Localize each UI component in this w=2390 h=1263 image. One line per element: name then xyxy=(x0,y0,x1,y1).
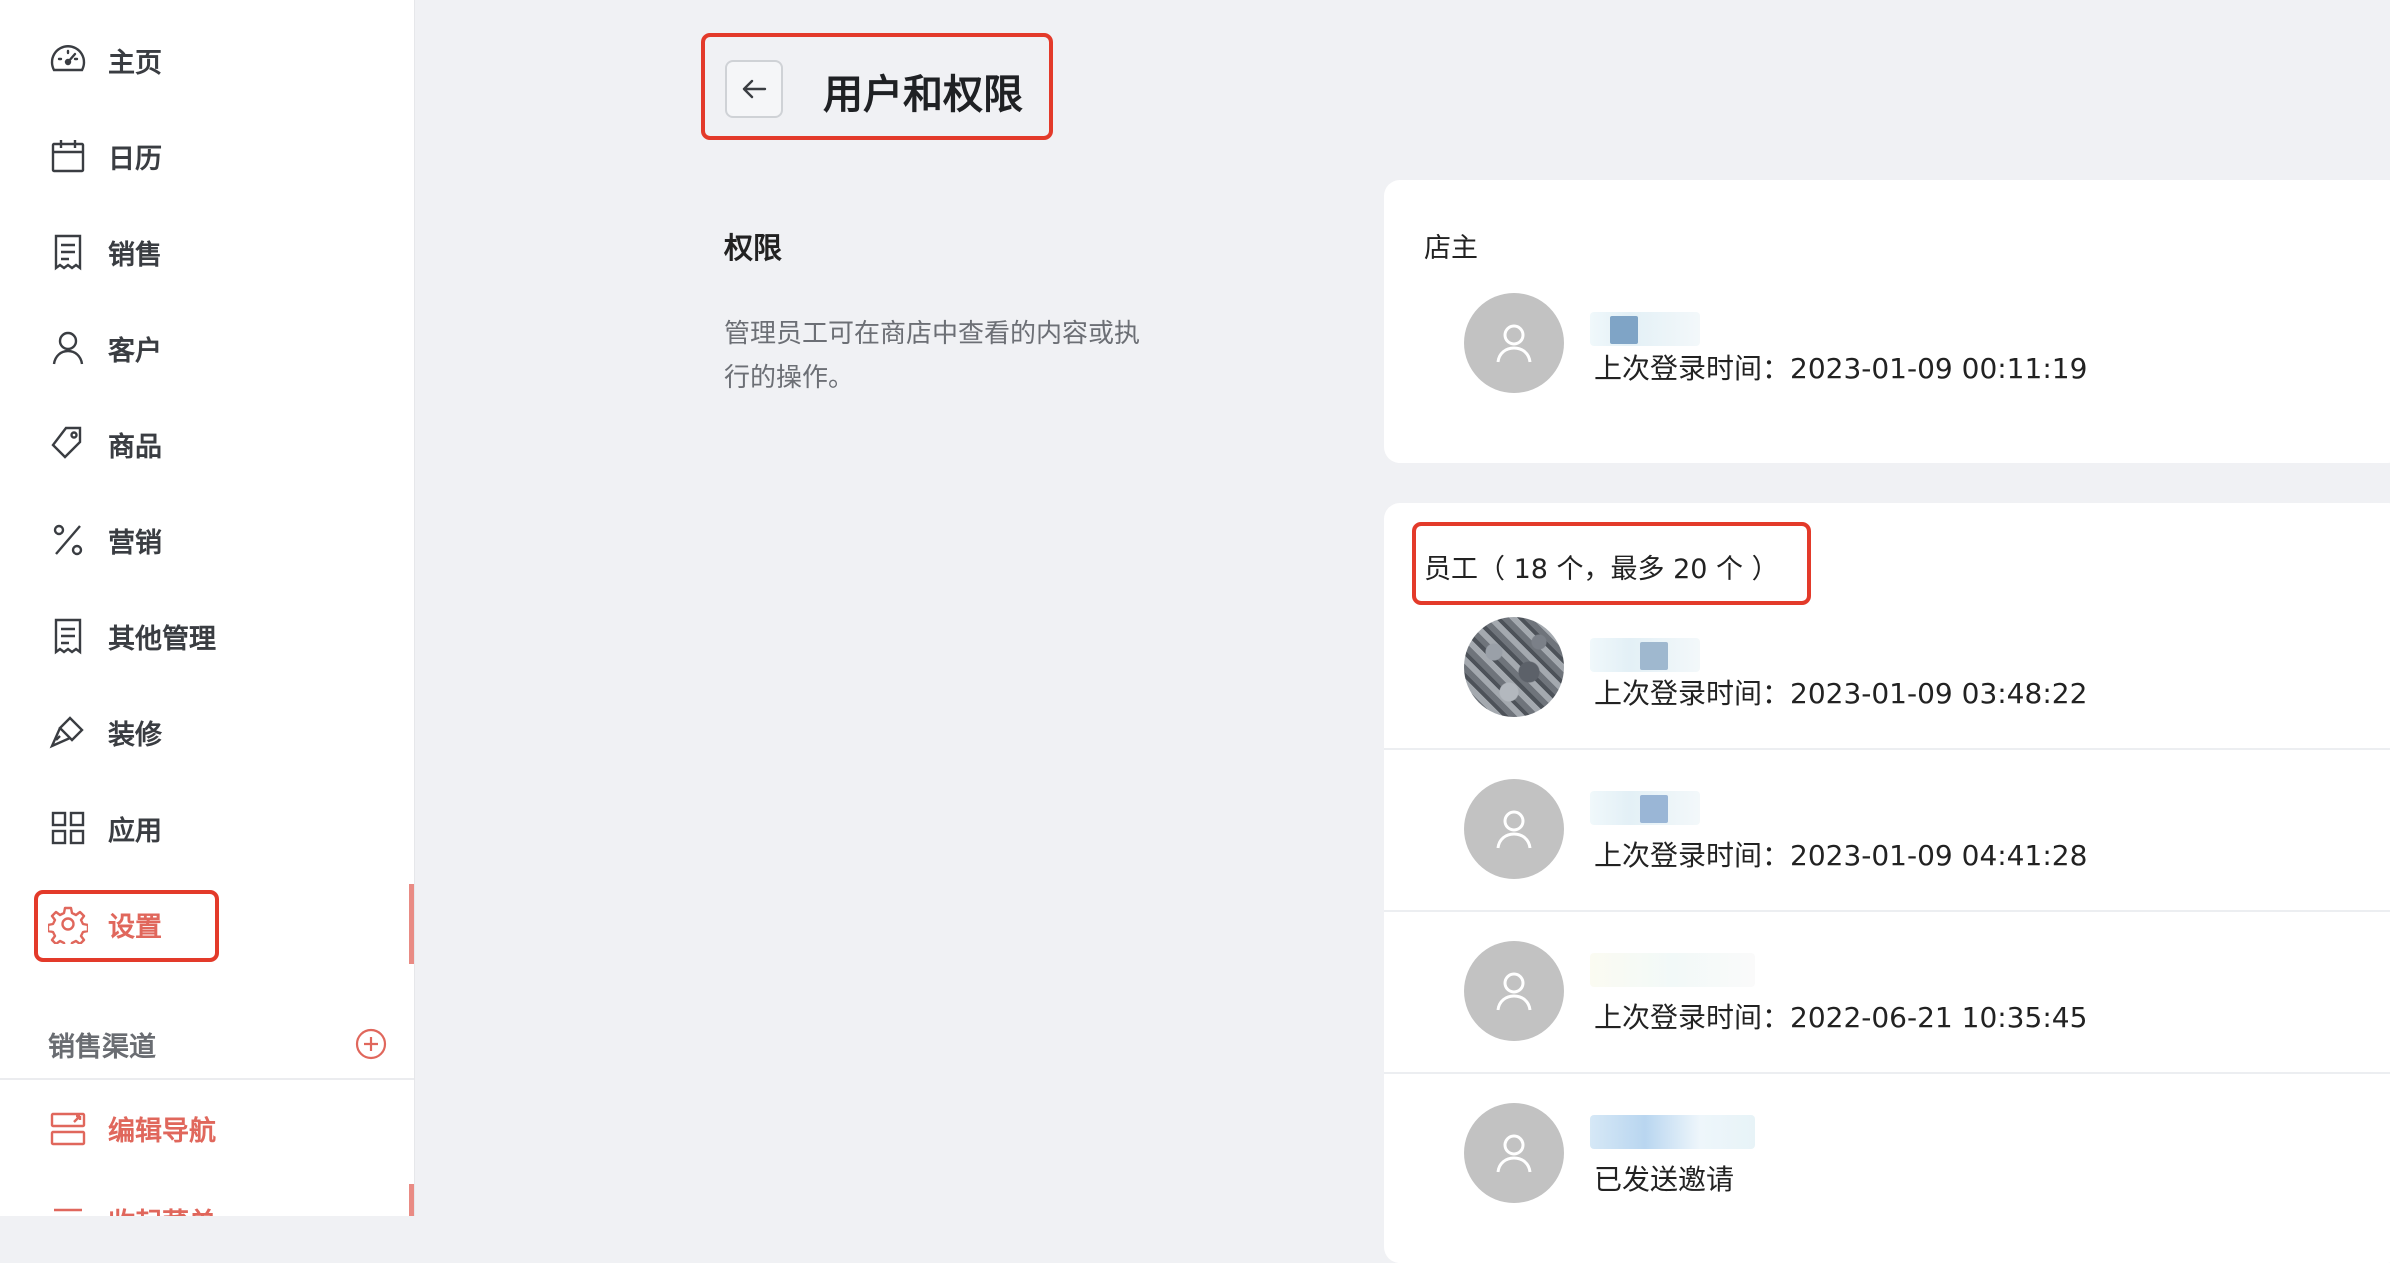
staff-status: 上次登录时间：2022-06-21 10:35:45 xyxy=(1594,1001,2088,1034)
avatar xyxy=(1464,779,1564,879)
staff-count-highlight-box xyxy=(1412,522,1811,605)
staff-name-redacted xyxy=(1590,1115,1755,1149)
owner-last-login: 上次登录时间：2023-01-09 00:11:19 xyxy=(1594,352,2088,385)
grid-icon xyxy=(48,808,88,848)
sidebar-item-label: 编辑导航 xyxy=(108,1115,216,1147)
tag-icon xyxy=(48,424,88,464)
staff-name-redacted xyxy=(1590,953,1755,987)
sidebar-item-products[interactable]: 商品 xyxy=(48,414,378,474)
back-button[interactable] xyxy=(725,60,783,118)
sidebar-item-label: 收起菜单 xyxy=(108,1201,216,1217)
sidebar-item-label: 日历 xyxy=(108,143,162,175)
sidebar-item-collapse-menu[interactable]: 收起菜单 xyxy=(48,1190,378,1216)
menu-icon xyxy=(48,1200,88,1216)
settings-highlight-box xyxy=(34,890,219,962)
permissions-description: 管理员工可在商店中查看的内容或执行的操作。 xyxy=(724,319,1141,393)
owner-label: 店主 xyxy=(1424,233,1478,264)
row-divider xyxy=(1384,748,2390,750)
avatar xyxy=(1464,1103,1564,1203)
brush-icon xyxy=(48,712,88,752)
sidebar-item-calendar[interactable]: 日历 xyxy=(48,126,378,186)
owner-name-redacted xyxy=(1590,312,1700,346)
staff-name-redacted xyxy=(1590,638,1700,672)
arrow-left-icon xyxy=(742,79,767,99)
user-placeholder-icon xyxy=(1496,1134,1532,1173)
avatar xyxy=(1464,617,1564,717)
avatar xyxy=(1464,941,1564,1041)
staff-status: 上次登录时间：2023-01-09 03:48:22 xyxy=(1594,677,2088,710)
avatar xyxy=(1464,293,1564,393)
sidebar-item-label: 主页 xyxy=(108,47,162,79)
sidebar-item-label: 其他管理 xyxy=(108,623,216,655)
navigation-icon xyxy=(48,1108,88,1148)
dashboard-icon xyxy=(48,40,88,80)
sidebar-divider xyxy=(0,1078,414,1080)
row-divider xyxy=(1384,910,2390,912)
user-placeholder-icon xyxy=(1496,324,1532,363)
sidebar-item-label: 营销 xyxy=(108,527,162,559)
sidebar-item-customers[interactable]: 客户 xyxy=(48,318,378,378)
document-icon xyxy=(48,616,88,656)
sidebar-item-label: 装修 xyxy=(108,719,162,751)
user-placeholder-icon xyxy=(1496,972,1532,1011)
add-channel-icon[interactable] xyxy=(354,1027,388,1061)
sidebar-item-label: 客户 xyxy=(108,335,162,367)
sidebar-item-label: 商品 xyxy=(108,431,162,463)
row-divider xyxy=(1384,1072,2390,1074)
user-placeholder-icon xyxy=(1496,810,1532,849)
sidebar-item-edit-navigation[interactable]: 编辑导航 xyxy=(48,1098,378,1158)
sidebar-item-label: 销售 xyxy=(108,239,162,271)
sales-channels-title: 销售渠道 xyxy=(48,1032,156,1063)
active-indicator xyxy=(409,884,414,964)
active-indicator xyxy=(409,1184,414,1216)
calendar-icon xyxy=(48,136,88,176)
staff-status: 上次登录时间：2023-01-09 04:41:28 xyxy=(1594,839,2088,872)
sidebar-item-other-management[interactable]: 其他管理 xyxy=(48,606,378,666)
sidebar-item-sales[interactable]: 销售 xyxy=(48,222,378,282)
staff-status: 已发送邀请 xyxy=(1594,1163,1735,1196)
sidebar-item-label: 应用 xyxy=(108,815,162,847)
sidebar-item-home[interactable]: 主页 xyxy=(48,30,378,90)
permissions-title: 权限 xyxy=(724,231,783,265)
percent-icon xyxy=(48,520,88,560)
sidebar-item-apps[interactable]: 应用 xyxy=(48,798,378,858)
user-icon xyxy=(48,328,88,368)
page-title: 用户和权限 xyxy=(823,72,1023,118)
sidebar: 主页 日历 销售 客户 商品 营销 其他管理 装修 应用 设置 销售渠道 编辑导… xyxy=(0,0,415,1216)
receipt-icon xyxy=(48,232,88,272)
sidebar-item-decoration[interactable]: 装修 xyxy=(48,702,378,762)
staff-name-redacted xyxy=(1590,791,1700,825)
sidebar-item-marketing[interactable]: 营销 xyxy=(48,510,378,570)
